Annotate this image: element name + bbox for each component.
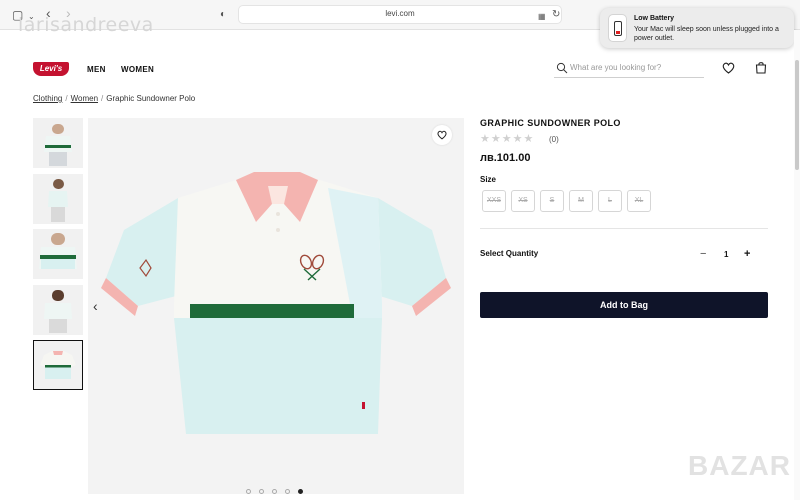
notification-title: Low Battery: [634, 15, 675, 22]
quantity-label: Select Quantity: [480, 249, 539, 258]
translate-icon[interactable]: ▦: [538, 10, 546, 24]
size-option-s[interactable]: S: [540, 190, 564, 212]
rating-stars-icon[interactable]: ★★★★★: [480, 132, 534, 145]
nav-men[interactable]: MEN: [87, 65, 106, 74]
size-option-m[interactable]: M: [569, 190, 593, 212]
size-option-xl[interactable]: XL: [627, 190, 651, 212]
gallery-dot-2[interactable]: [259, 489, 264, 495]
levis-logo[interactable]: Levi's: [33, 62, 69, 76]
gallery-dot-3[interactable]: [272, 489, 277, 495]
url-text: levi.com: [385, 9, 415, 18]
size-label: Size: [480, 175, 497, 184]
heart-icon: [437, 130, 447, 140]
notification-body: Your Mac will sleep soon unless plugged …: [634, 26, 779, 42]
gallery-dot-1[interactable]: [246, 489, 251, 495]
gallery-thumbnail-2[interactable]: [33, 174, 83, 224]
polo-flat-image: [40, 351, 76, 379]
size-option-l[interactable]: L: [598, 190, 622, 212]
gallery-thumbnail-1[interactable]: [33, 118, 83, 168]
favorite-button[interactable]: [432, 125, 452, 145]
size-option-xs[interactable]: XS: [511, 190, 535, 212]
gallery-thumbnail-3[interactable]: [33, 229, 83, 279]
review-count[interactable]: (0): [549, 135, 559, 144]
gallery-dot-5[interactable]: [298, 489, 303, 495]
quantity-increment-button[interactable]: +: [744, 248, 750, 260]
url-bar[interactable]: levi.com: [238, 5, 562, 24]
search-icon: [556, 62, 568, 74]
quantity-value: 1: [724, 250, 729, 259]
model-side-image: [48, 179, 68, 222]
gallery-thumbnail-4[interactable]: [33, 285, 83, 335]
gallery-pagination: [246, 483, 311, 501]
watermark-text: larisandreeva: [18, 14, 154, 36]
low-battery-notification[interactable]: Low Battery Your Mac will sleep soon unl…: [600, 8, 794, 48]
product-price: лв.101.00: [480, 152, 531, 164]
bazar-watermark: BAZAR: [688, 450, 791, 481]
battery-icon: [608, 14, 627, 42]
search-box[interactable]: [554, 58, 704, 78]
gallery-dot-4[interactable]: [285, 489, 290, 495]
model-back-image: [44, 290, 72, 333]
model-closeup-image: [39, 233, 77, 269]
quantity-decrement-button[interactable]: −: [700, 248, 706, 260]
scrollbar-thumb[interactable]: [795, 60, 799, 170]
model-front-image: [44, 124, 72, 166]
wishlist-heart-icon[interactable]: [722, 62, 735, 74]
gallery-thumbnail-5[interactable]: [33, 340, 83, 390]
logo-text: Levi's: [39, 64, 63, 73]
breadcrumb: Clothing / Women / Graphic Sundowner Polo: [33, 94, 196, 103]
shopping-bag-icon[interactable]: [755, 61, 767, 74]
add-to-bag-button[interactable]: Add to Bag: [480, 292, 768, 318]
reload-icon[interactable]: ↻: [552, 8, 560, 22]
polo-shirt-illustration: [101, 172, 451, 434]
breadcrumb-clothing[interactable]: Clothing: [33, 94, 62, 103]
breadcrumb-women[interactable]: Women: [71, 94, 98, 103]
search-input[interactable]: [570, 60, 700, 74]
gallery-prev-arrow-icon[interactable]: ‹: [93, 298, 98, 314]
breadcrumb-current: Graphic Sundowner Polo: [106, 94, 196, 103]
size-option-xxs[interactable]: XXS: [482, 190, 506, 212]
product-title: GRAPHIC SUNDOWNER POLO: [480, 118, 621, 128]
section-divider: [480, 228, 768, 229]
main-product-image[interactable]: [88, 118, 464, 494]
nav-women[interactable]: WOMEN: [121, 65, 154, 74]
privacy-shield-icon[interactable]: ◐: [220, 8, 226, 22]
